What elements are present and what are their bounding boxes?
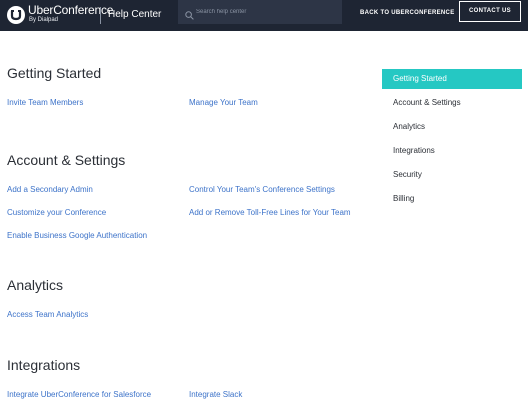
sidebar-item-billing[interactable]: Billing xyxy=(393,194,414,204)
top-header: UberConference By Dialpad Help Center BA… xyxy=(0,0,528,31)
uberconference-logo-icon[interactable] xyxy=(7,6,25,24)
sidebar-item-account-settings[interactable]: Account & Settings xyxy=(393,98,461,108)
article-link-integrate-salesforce[interactable]: Integrate UberConference for Salesforce xyxy=(7,390,151,400)
sidebar-item-analytics[interactable]: Analytics xyxy=(393,122,425,132)
article-link-invite-team-members[interactable]: Invite Team Members xyxy=(7,98,83,108)
help-center-title[interactable]: Help Center xyxy=(108,9,161,21)
article-link-manage-your-team[interactable]: Manage Your Team xyxy=(189,98,258,108)
contact-us-button[interactable]: CONTACT US xyxy=(459,1,521,22)
back-to-uberconference-link[interactable]: BACK TO UBERCONFERENCE xyxy=(360,9,455,17)
search-bar[interactable] xyxy=(178,0,342,24)
article-link-integrate-slack[interactable]: Integrate Slack xyxy=(189,390,242,400)
article-link-toll-free-lines[interactable]: Add or Remove Toll-Free Lines for Your T… xyxy=(189,208,351,218)
article-link-customize-conference[interactable]: Customize your Conference xyxy=(7,208,106,218)
search-input[interactable] xyxy=(196,5,336,19)
section-title-analytics: Analytics xyxy=(7,277,64,293)
article-link-add-secondary-admin[interactable]: Add a Secondary Admin xyxy=(7,185,93,195)
header-divider xyxy=(100,7,101,24)
article-link-control-conference-settings[interactable]: Control Your Team's Conference Settings xyxy=(189,185,335,195)
sidebar-item-security[interactable]: Security xyxy=(393,170,422,180)
section-title-integrations: Integrations xyxy=(7,357,81,373)
section-title-account-settings: Account & Settings xyxy=(7,152,126,168)
sidebar-item-getting-started[interactable]: Getting Started xyxy=(393,74,447,84)
article-link-access-team-analytics[interactable]: Access Team Analytics xyxy=(7,310,88,320)
search-icon xyxy=(185,7,194,20)
sidebar-item-integrations[interactable]: Integrations xyxy=(393,146,435,156)
section-title-getting-started: Getting Started xyxy=(7,65,102,81)
article-link-google-authentication[interactable]: Enable Business Google Authentication xyxy=(7,231,147,241)
